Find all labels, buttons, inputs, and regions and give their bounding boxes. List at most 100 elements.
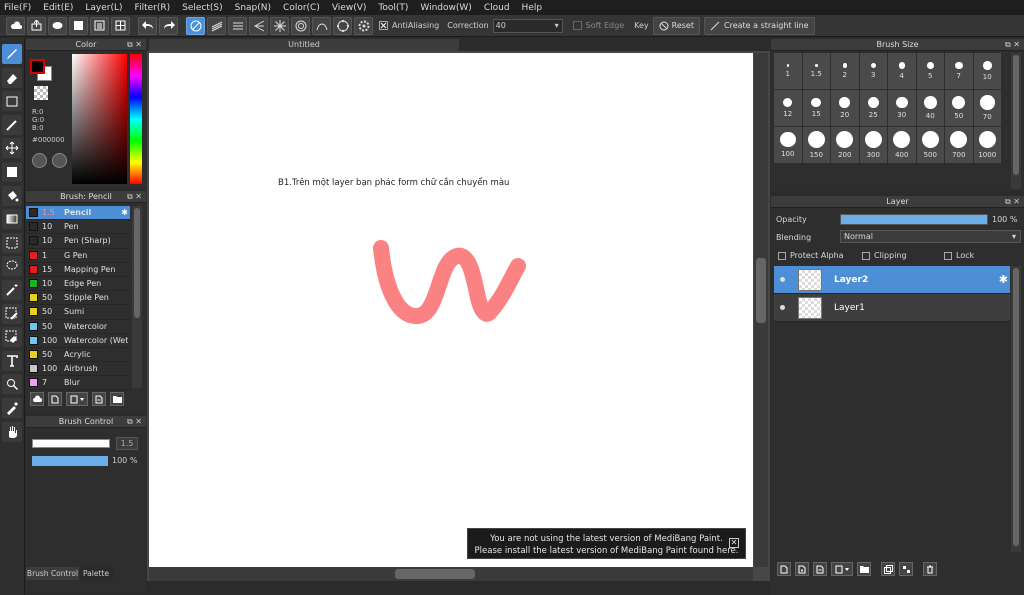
brush-size-option[interactable]: 12	[774, 90, 802, 126]
menu-layer[interactable]: Layer(L)	[85, 3, 122, 13]
comment-icon[interactable]	[48, 16, 67, 35]
brush-size-slider[interactable]	[32, 439, 110, 448]
redo-icon[interactable]	[159, 16, 178, 35]
fill-rect-tool-icon[interactable]	[2, 161, 22, 182]
blending-select[interactable]: Normal ▾	[840, 230, 1021, 243]
folder-icon[interactable]	[857, 562, 871, 576]
transparent-color-swatch[interactable]	[34, 86, 48, 100]
brush-size-option[interactable]: 10	[973, 53, 1001, 89]
brush-item[interactable]: 15 Mapping Pen	[26, 263, 130, 277]
trash-icon[interactable]	[923, 562, 937, 576]
palette-wheel-icon[interactable]	[32, 153, 47, 168]
gradient-tool-icon[interactable]	[2, 209, 22, 230]
operation-tool-icon[interactable]	[2, 374, 22, 395]
eraser-tool-icon[interactable]	[2, 67, 22, 88]
brush-item[interactable]: 10 Pen (Sharp)	[26, 234, 130, 249]
layer-list-scrollbar[interactable]	[1011, 266, 1021, 552]
snap-settings-icon[interactable]	[354, 16, 373, 35]
brush-tool-icon[interactable]	[2, 44, 22, 64]
hand-tool-icon[interactable]	[2, 421, 22, 442]
snap-radial-icon[interactable]	[270, 16, 289, 35]
brush-size-option[interactable]: 20	[831, 90, 859, 126]
select-eraser-tool-icon[interactable]	[2, 327, 22, 348]
brush-size-option[interactable]: 7	[945, 53, 973, 89]
layer-row-layer1[interactable]: Layer1	[774, 294, 1010, 322]
menu-window[interactable]: Window(W)	[420, 3, 471, 13]
menu-help[interactable]: Help	[522, 3, 543, 13]
reset-button[interactable]: Reset	[652, 16, 700, 35]
update-notice[interactable]: You are not using the latest version of …	[467, 528, 746, 559]
menu-view[interactable]: View(V)	[332, 3, 367, 13]
brush-item[interactable]: 50 Sumi	[26, 305, 130, 320]
menu-tool[interactable]: Tool(T)	[378, 3, 408, 13]
magic-wand-tool-icon[interactable]	[2, 279, 22, 300]
snap-crisscross-icon[interactable]	[228, 16, 247, 35]
brush-item[interactable]: 1.5 Pencil ✱	[26, 206, 130, 221]
lock-checkbox[interactable]	[944, 252, 952, 260]
brush-size-option[interactable]: 150	[802, 127, 830, 163]
eye-icon[interactable]	[780, 305, 785, 310]
add-brush-icon[interactable]	[66, 392, 88, 406]
menu-filter[interactable]: Filter(R)	[135, 3, 171, 13]
brush-size-option[interactable]: 70	[973, 90, 1001, 126]
brush-size-option[interactable]: 500	[916, 127, 944, 163]
undo-icon[interactable]	[138, 16, 157, 35]
eyedropper-tool-icon[interactable]	[2, 397, 22, 418]
brush-size-option[interactable]: 1000	[973, 127, 1001, 163]
add-layer-dropdown-icon[interactable]	[831, 562, 853, 576]
brush-size-option[interactable]: 15	[802, 90, 830, 126]
gear-icon[interactable]: ✱	[121, 208, 128, 217]
drawing-canvas[interactable]: B1.Trên một layer bạn phác form chữ cần …	[149, 53, 753, 567]
tab-brush-control[interactable]: Brush Control	[26, 567, 79, 580]
snap-circle-icon[interactable]	[291, 16, 310, 35]
close-icon[interactable]: ✕	[729, 538, 739, 548]
clipping-checkbox[interactable]	[862, 252, 870, 260]
eye-icon[interactable]	[780, 277, 785, 282]
brush-item[interactable]: 7 Blur	[26, 376, 130, 391]
move-tool-icon[interactable]	[2, 138, 22, 159]
brush-item[interactable]: 50 Stipple Pen	[26, 291, 130, 306]
layer-row-layer2[interactable]: Layer2 ✱	[774, 266, 1010, 294]
brush-size-option[interactable]: 2	[831, 53, 859, 89]
rectangle-tool-icon[interactable]	[2, 91, 22, 112]
menu-color[interactable]: Color(C)	[283, 3, 320, 13]
brush-size-option[interactable]: 5	[916, 53, 944, 89]
panel-controls-icon[interactable]: ⧉ ✕	[127, 191, 142, 203]
snap-off-icon[interactable]	[186, 16, 205, 35]
brush-item[interactable]: 100 Watercolor (Wet)	[26, 334, 130, 348]
brush-size-option[interactable]: 700	[945, 127, 973, 163]
layer-opacity-slider[interactable]	[840, 214, 988, 225]
brush-size-option[interactable]: 300	[859, 127, 887, 163]
brush-item[interactable]: 100 Airbrush	[26, 362, 130, 377]
brush-item[interactable]: 50 Watercolor	[26, 320, 130, 334]
gear-icon[interactable]: ✱	[999, 273, 1008, 286]
menu-edit[interactable]: Edit(E)	[43, 3, 73, 13]
brush-size-option[interactable]: 1	[774, 53, 802, 89]
brush-item[interactable]: 10 Pen	[26, 220, 130, 235]
brush-settings-icon[interactable]	[92, 392, 106, 406]
palette-drop-icon[interactable]	[52, 153, 67, 168]
foreground-color-swatch[interactable]	[30, 59, 45, 74]
duplicate-layer-icon[interactable]	[881, 562, 895, 576]
cloud-download-icon[interactable]	[30, 392, 44, 406]
brush-opacity-slider[interactable]	[32, 456, 108, 466]
list-icon[interactable]	[90, 16, 109, 35]
soft-edge-checkbox[interactable]	[572, 21, 582, 30]
menu-cloud[interactable]: Cloud	[484, 3, 510, 13]
brush-list-scrollbar[interactable]	[132, 206, 142, 388]
material-icon[interactable]	[69, 16, 88, 35]
select-tool-icon[interactable]	[2, 232, 22, 253]
dot-tool-icon[interactable]	[2, 114, 22, 135]
snap-ellipse-icon[interactable]	[333, 16, 352, 35]
new-halftone-layer-icon[interactable]	[795, 562, 809, 576]
new-8bit-layer-icon[interactable]	[813, 562, 827, 576]
brush-item[interactable]: 1 G Pen	[26, 249, 130, 263]
brush-size-option[interactable]: 3	[859, 53, 887, 89]
snap-parallel-icon[interactable]	[207, 16, 226, 35]
straight-line-button[interactable]: Create a straight line	[704, 16, 815, 35]
correction-select[interactable]: 40 ▾	[492, 18, 563, 33]
brush-size-value[interactable]: 1.5	[116, 437, 138, 450]
panel-controls-icon[interactable]: ⧉ ✕	[1005, 39, 1020, 51]
document-tab[interactable]: Untitled	[149, 39, 459, 51]
folder-icon[interactable]	[110, 392, 124, 406]
